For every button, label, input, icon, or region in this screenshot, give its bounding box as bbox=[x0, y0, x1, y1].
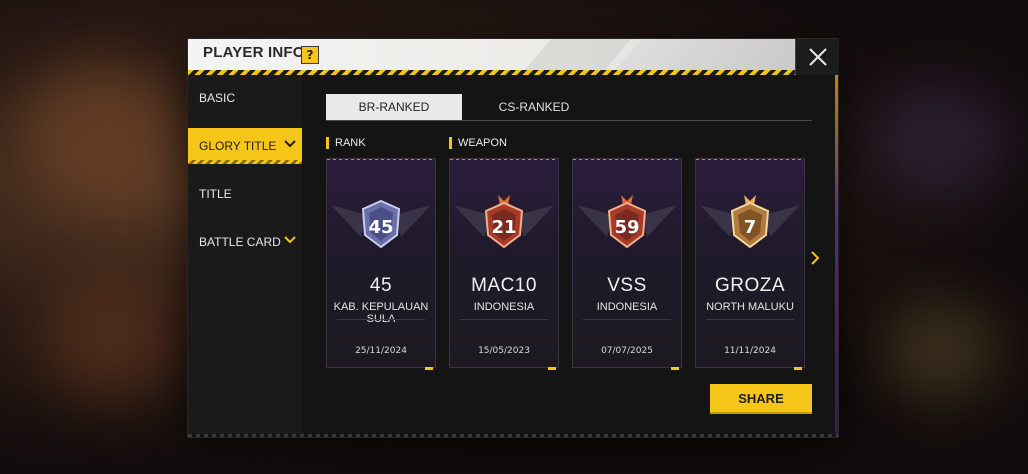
weapon-emblem-icon: 7 bbox=[700, 195, 800, 249]
sidebar-item-label: BASIC bbox=[199, 91, 236, 105]
chevron-down-icon bbox=[284, 140, 296, 148]
card-date: 11/11/2024 bbox=[724, 346, 776, 356]
help-icon[interactable]: ? bbox=[301, 46, 319, 64]
card-divider bbox=[706, 319, 794, 320]
close-button[interactable] bbox=[795, 39, 839, 76]
sidebar-item-battle-card[interactable]: BATTLE CARD bbox=[188, 224, 302, 260]
weapon-card-vss[interactable]: 59 VSS INDONESIA 07/07/2025 bbox=[572, 158, 682, 370]
chevron-right-icon[interactable] bbox=[810, 250, 820, 266]
card-region: INDONESIA bbox=[596, 301, 658, 313]
card-date: 15/05/2023 bbox=[478, 346, 530, 356]
close-icon bbox=[809, 48, 827, 66]
card-corner-accent bbox=[794, 367, 802, 370]
content-area: BR-RANKED CS-RANKED RANK WEAPON 45 45 KA… bbox=[302, 75, 838, 437]
card-divider bbox=[583, 319, 671, 320]
tab-cs-ranked[interactable]: CS-RANKED bbox=[474, 94, 594, 120]
card-corner-accent bbox=[425, 367, 433, 370]
share-button[interactable]: SHARE bbox=[710, 384, 812, 414]
weapon-emblem-icon: 59 bbox=[577, 195, 677, 249]
sidebar-item-label: TITLE bbox=[199, 187, 232, 201]
section-label-rank: RANK bbox=[326, 137, 366, 149]
badge-number: 7 bbox=[744, 217, 757, 238]
badge-number: 59 bbox=[614, 217, 639, 238]
card-divider bbox=[460, 319, 548, 320]
player-info-panel: PLAYER INFO ? BASIC GLORY TITLE TITLE BA… bbox=[188, 39, 839, 437]
sidebar: BASIC GLORY TITLE TITLE BATTLE CARD bbox=[188, 75, 302, 437]
card-corner-accent bbox=[548, 367, 556, 370]
rank-emblem-icon: 45 bbox=[331, 199, 431, 249]
rank-card[interactable]: 45 45 KAB. KEPULAUAN SULA 25/11/2024 bbox=[326, 158, 436, 370]
weapon-card-groza[interactable]: 7 GROZA NORTH MALUKU 11/11/2024 bbox=[695, 158, 805, 370]
card-title: GROZA bbox=[714, 275, 786, 296]
sidebar-item-label: BATTLE CARD bbox=[199, 235, 281, 249]
sidebar-item-basic[interactable]: BASIC bbox=[188, 80, 302, 116]
weapon-card-mac10[interactable]: 21 MAC10 INDONESIA 15/05/2023 bbox=[449, 158, 559, 370]
card-region: NORTH MALUKU bbox=[706, 301, 794, 313]
card-divider bbox=[337, 319, 425, 320]
tab-br-ranked[interactable]: BR-RANKED bbox=[326, 94, 462, 120]
header-bar: PLAYER INFO ? bbox=[188, 39, 795, 70]
sidebar-item-glory-title[interactable]: GLORY TITLE bbox=[188, 128, 302, 164]
chevron-down-icon bbox=[284, 236, 296, 244]
sidebar-item-label: GLORY TITLE bbox=[199, 139, 277, 153]
card-title: VSS bbox=[607, 275, 647, 296]
card-region: INDONESIA bbox=[473, 301, 535, 313]
weapon-emblem-icon: 21 bbox=[454, 195, 554, 249]
card-date: 07/07/2025 bbox=[601, 346, 653, 356]
tab-divider bbox=[326, 120, 812, 121]
card-title: 45 bbox=[369, 275, 393, 296]
card-title: MAC10 bbox=[471, 275, 537, 296]
card-date: 25/11/2024 bbox=[355, 346, 407, 356]
badge-number: 45 bbox=[368, 217, 393, 238]
badge-number: 21 bbox=[491, 217, 516, 238]
sidebar-item-title[interactable]: TITLE bbox=[188, 176, 302, 212]
card-corner-accent bbox=[671, 367, 679, 370]
page-title: PLAYER INFO bbox=[203, 44, 305, 61]
bottom-stripe bbox=[188, 434, 838, 437]
section-label-weapon: WEAPON bbox=[449, 137, 507, 149]
card-region: KAB. KEPULAUAN SULA bbox=[333, 301, 429, 325]
